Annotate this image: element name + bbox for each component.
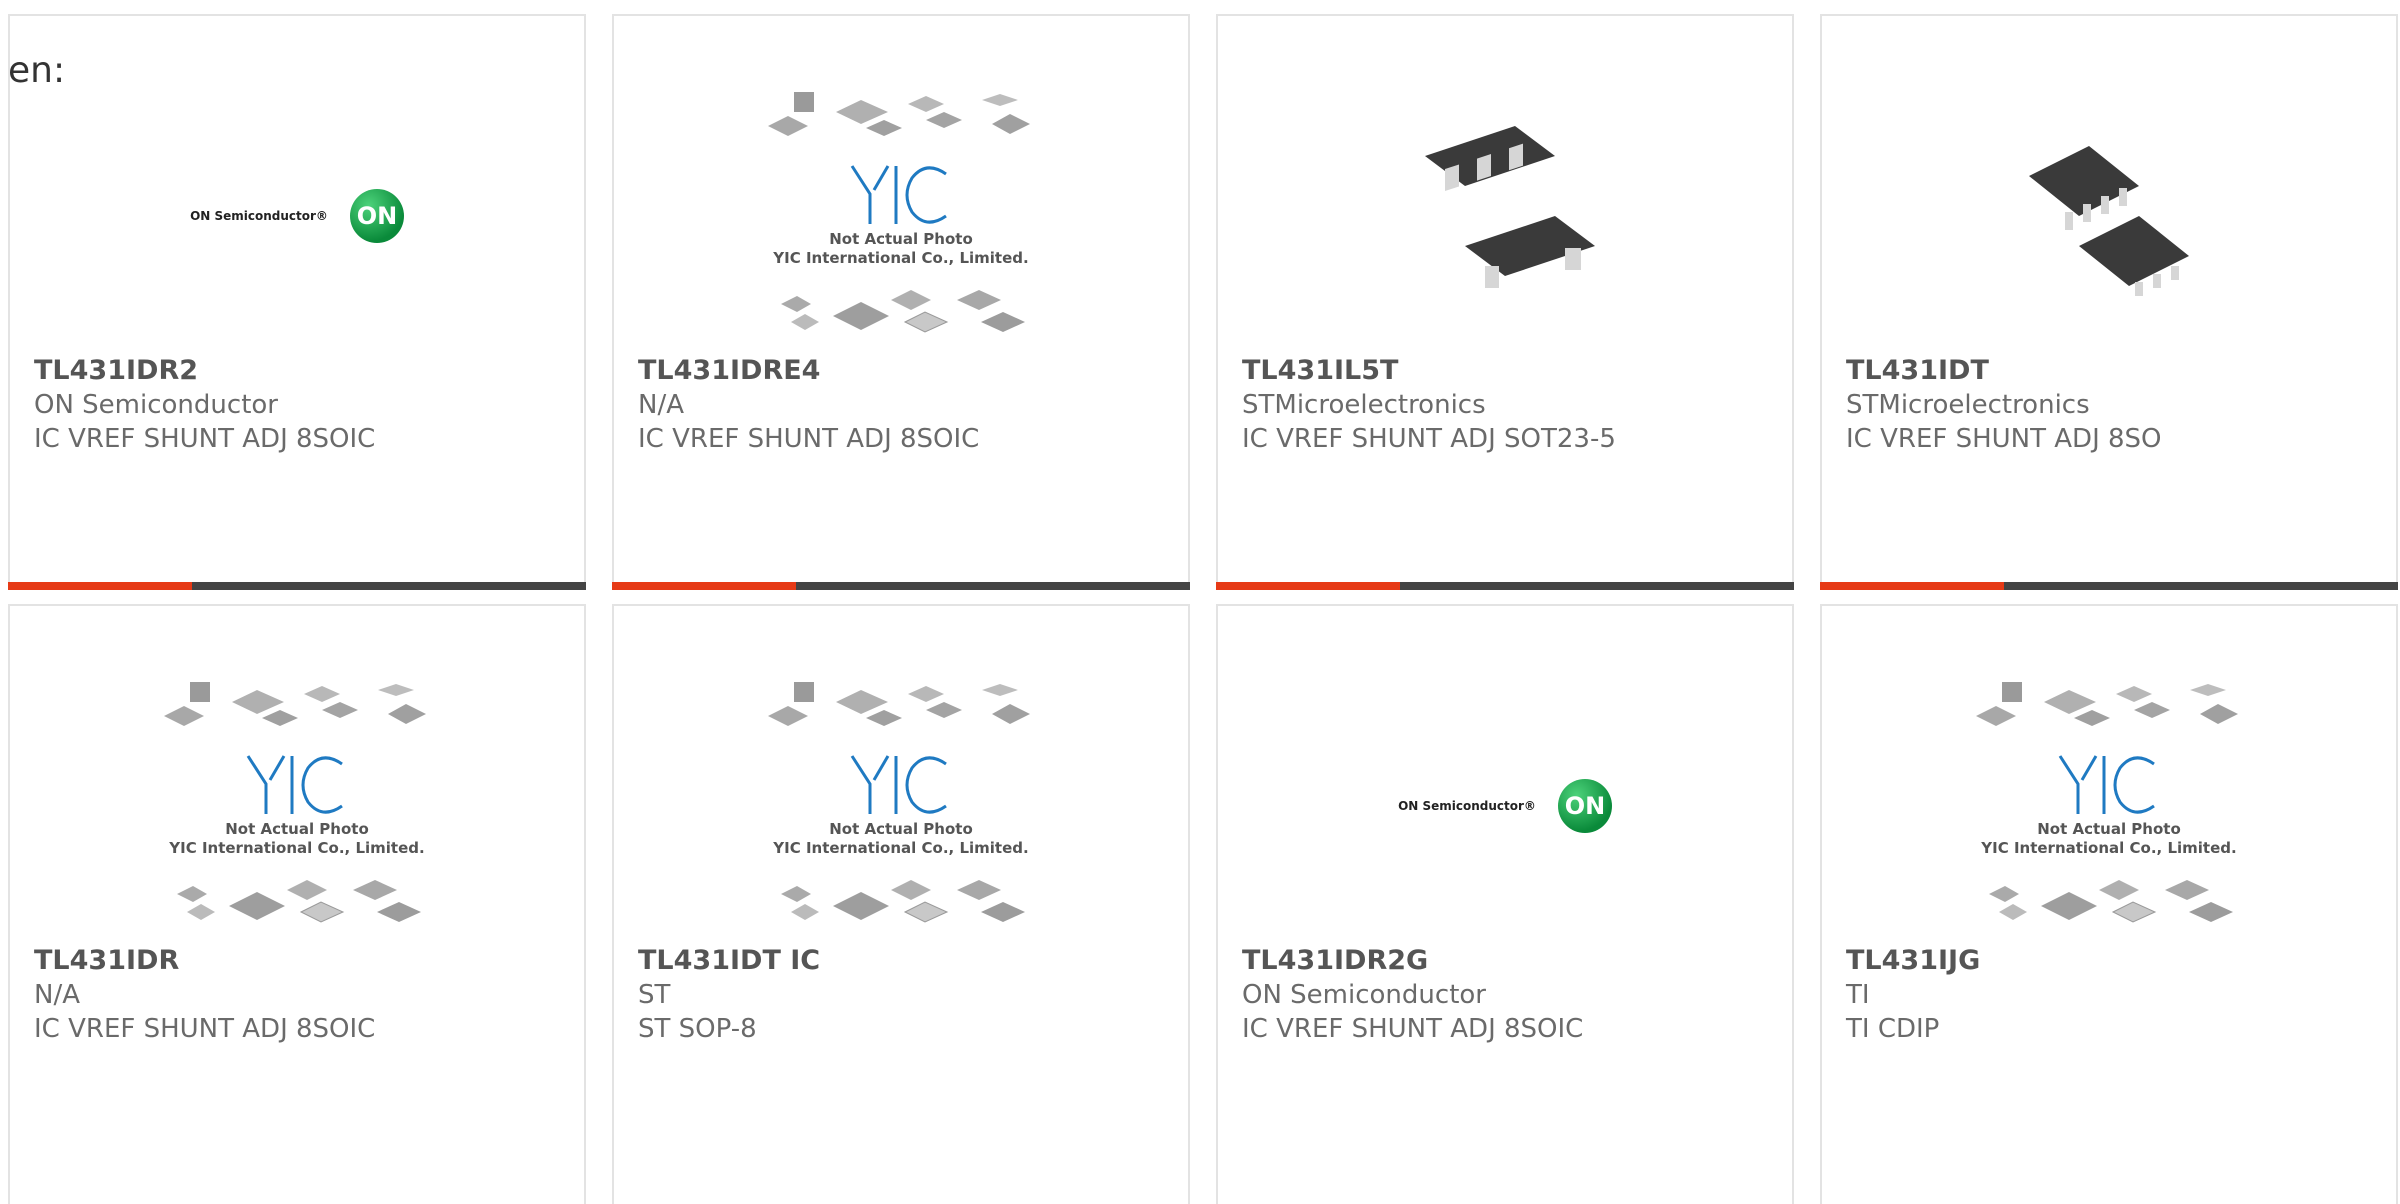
yic-logo-icon (850, 165, 947, 224)
product-card[interactable]: Not Actual Photo YIC International Co., … (8, 604, 586, 1204)
product-image[interactable]: Not Actual Photo YIC International Co., … (1822, 666, 2396, 946)
product-card[interactable]: ON Semiconductor® ON TL431IDR2 ON Semico… (8, 14, 586, 590)
chip-packages-icon (781, 880, 1025, 923)
chip-packages-icon (177, 880, 421, 923)
product-card[interactable]: ON Semiconductor® ON TL431IDR2G ON Semic… (1216, 604, 1794, 1204)
product-card[interactable]: Not Actual Photo YIC International Co., … (1820, 604, 2398, 1204)
so8-package-icon (2029, 146, 2189, 296)
manufacturer: STMicroelectronics (1846, 390, 2090, 420)
manufacturer: N/A (34, 980, 80, 1010)
manufacturer: ON Semiconductor (34, 390, 278, 420)
card-accent-bar (1820, 582, 2398, 590)
chip-packages-icon (1976, 682, 2238, 726)
manufacturer: ST (638, 980, 671, 1010)
part-number[interactable]: TL431IL5T (1242, 354, 1616, 388)
yic-logo-icon (246, 755, 343, 814)
product-image[interactable]: Not Actual Photo YIC International Co., … (614, 666, 1188, 946)
card-accent-bar (612, 582, 1190, 590)
yic-placeholder-image: Not Actual Photo YIC International Co., … (162, 680, 432, 932)
description: IC VREF SHUNT ADJ 8SOIC (1242, 1014, 1584, 1044)
card-accent-bar (1216, 582, 1794, 590)
description: ST SOP-8 (638, 1014, 757, 1044)
description: IC VREF SHUNT ADJ SOT23-5 (1242, 424, 1616, 454)
yic-placeholder-image: Not Actual Photo YIC International Co., … (766, 90, 1036, 342)
part-number[interactable]: TL431IJG (1846, 944, 1980, 978)
description: IC VREF SHUNT ADJ 8SOIC (34, 1014, 376, 1044)
description: IC VREF SHUNT ADJ 8SO (1846, 424, 2162, 454)
on-semiconductor-logo: ON Semiconductor® ON (1398, 779, 1612, 833)
language-label: en: (8, 50, 66, 91)
chip-packages-icon (768, 92, 1030, 136)
product-image[interactable]: ON Semiconductor® ON (1218, 666, 1792, 946)
description: TI CDIP (1846, 1014, 1940, 1044)
manufacturer: N/A (638, 390, 684, 420)
product-card[interactable]: TL431IL5T STMicroelectronics IC VREF SHU… (1216, 14, 1794, 590)
yic-placeholder-image: Not Actual Photo YIC International Co., … (766, 680, 1036, 932)
part-number[interactable]: TL431IDR (34, 944, 375, 978)
product-image[interactable]: Not Actual Photo YIC International Co., … (614, 76, 1188, 356)
description: IC VREF SHUNT ADJ 8SOIC (34, 424, 376, 454)
part-number[interactable]: TL431IDT IC (638, 944, 820, 978)
chip-packages-icon (781, 290, 1025, 333)
chip-packages-icon (164, 682, 426, 726)
yic-logo-icon (2058, 755, 2155, 814)
product-image[interactable]: Not Actual Photo YIC International Co., … (10, 666, 584, 946)
manufacturer: STMicroelectronics (1242, 390, 1486, 420)
product-card[interactable]: Not Actual Photo YIC International Co., … (612, 604, 1190, 1204)
product-image[interactable] (1822, 76, 2396, 356)
part-number[interactable]: TL431IDR2G (1242, 944, 1583, 978)
description: IC VREF SHUNT ADJ 8SOIC (638, 424, 980, 454)
part-number[interactable]: TL431IDT (1846, 354, 2162, 388)
yic-logo-icon (850, 755, 947, 814)
yic-placeholder-image: Not Actual Photo YIC International Co., … (1974, 680, 2244, 932)
product-grid: ON Semiconductor® ON TL431IDR2 ON Semico… (8, 14, 2398, 1204)
part-number[interactable]: TL431IDRE4 (638, 354, 979, 388)
product-image[interactable]: ON Semiconductor® ON (10, 76, 584, 356)
product-card[interactable]: Not Actual Photo YIC International Co., … (612, 14, 1190, 590)
card-accent-bar (8, 582, 586, 590)
chip-packages-icon (768, 682, 1030, 726)
chip-packages-icon (1989, 880, 2233, 923)
manufacturer: ON Semiconductor (1242, 980, 1486, 1010)
part-number[interactable]: TL431IDR2 (34, 354, 375, 388)
product-card[interactable]: TL431IDT STMicroelectronics IC VREF SHUN… (1820, 14, 2398, 590)
on-semiconductor-logo: ON Semiconductor® ON (190, 189, 404, 243)
sot23-package-icon (1425, 126, 1595, 288)
manufacturer: TI (1846, 980, 1870, 1010)
product-image[interactable] (1218, 76, 1792, 356)
